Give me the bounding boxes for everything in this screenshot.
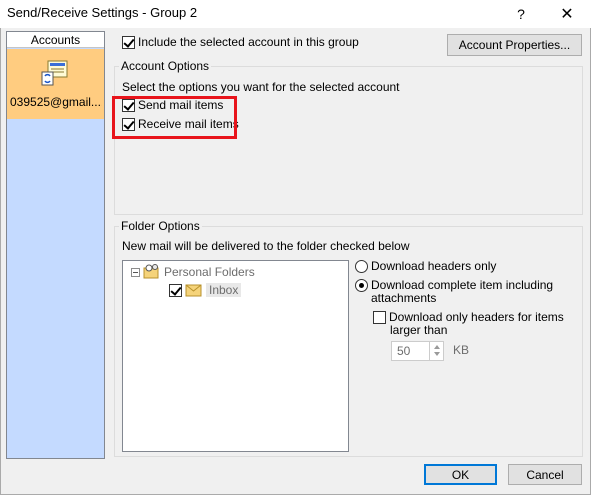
red-highlight-box: [112, 96, 237, 139]
title-bar: Send/Receive Settings - Group 2 ? ✕: [0, 0, 591, 28]
only-headers-row[interactable]: Download only headers for items: [373, 310, 564, 324]
tree-item-personal-folders[interactable]: Personal Folders: [131, 264, 255, 280]
account-properties-button[interactable]: Account Properties...: [447, 34, 582, 56]
complete-item-label: Download complete item including: [371, 278, 554, 292]
size-value[interactable]: 50: [397, 344, 410, 358]
inbox-checkbox[interactable]: [169, 283, 182, 297]
complete-item-row[interactable]: Download complete item including: [355, 278, 553, 292]
account-sync-icon: [41, 60, 68, 86]
window-title: Send/Receive Settings - Group 2: [7, 5, 198, 20]
personal-folders-icon: [143, 264, 159, 279]
spin-up-icon[interactable]: [434, 345, 440, 349]
spin-down-icon[interactable]: [434, 352, 440, 356]
account-options-title: Account Options: [119, 59, 212, 73]
headers-only-radio[interactable]: [355, 259, 368, 273]
spinner-buttons[interactable]: [429, 342, 444, 360]
accounts-panel: Accounts 039525@gmail....: [6, 31, 105, 459]
personal-folders-label: Personal Folders: [164, 265, 255, 279]
account-item[interactable]: 039525@gmail....: [7, 49, 104, 119]
account-label: 039525@gmail....: [10, 95, 102, 109]
folder-options-description: New mail will be delivered to the folder…: [122, 239, 410, 253]
only-headers-label: Download only headers for items: [389, 310, 564, 324]
folder-options-title: Folder Options: [119, 219, 202, 233]
size-spinner[interactable]: 50: [391, 341, 444, 361]
headers-only-label: Download headers only: [371, 259, 497, 273]
headers-only-row[interactable]: Download headers only: [355, 259, 496, 273]
cancel-button[interactable]: Cancel: [508, 464, 582, 485]
accounts-header: Accounts: [7, 32, 104, 48]
collapse-icon[interactable]: [131, 267, 140, 277]
only-headers-checkbox[interactable]: [373, 310, 386, 324]
only-headers-label-line2: larger than: [390, 323, 448, 337]
include-account-checkbox[interactable]: [122, 35, 135, 49]
complete-item-label-line2: attachments: [371, 291, 437, 305]
size-unit: KB: [453, 343, 470, 357]
inbox-label: Inbox: [206, 283, 242, 297]
inbox-folder-icon: [185, 284, 202, 297]
ok-button[interactable]: OK: [424, 464, 497, 485]
tree-item-inbox[interactable]: Inbox: [169, 282, 242, 298]
account-options-description: Select the options you want for the sele…: [122, 80, 400, 94]
complete-item-radio[interactable]: [355, 278, 368, 292]
include-account-row[interactable]: Include the selected account in this gro…: [122, 35, 359, 49]
include-account-label: Include the selected account in this gro…: [138, 35, 359, 49]
folder-tree[interactable]: Personal Folders Inbox: [122, 260, 349, 452]
help-button[interactable]: ?: [504, 0, 538, 28]
close-button[interactable]: ✕: [550, 0, 584, 28]
